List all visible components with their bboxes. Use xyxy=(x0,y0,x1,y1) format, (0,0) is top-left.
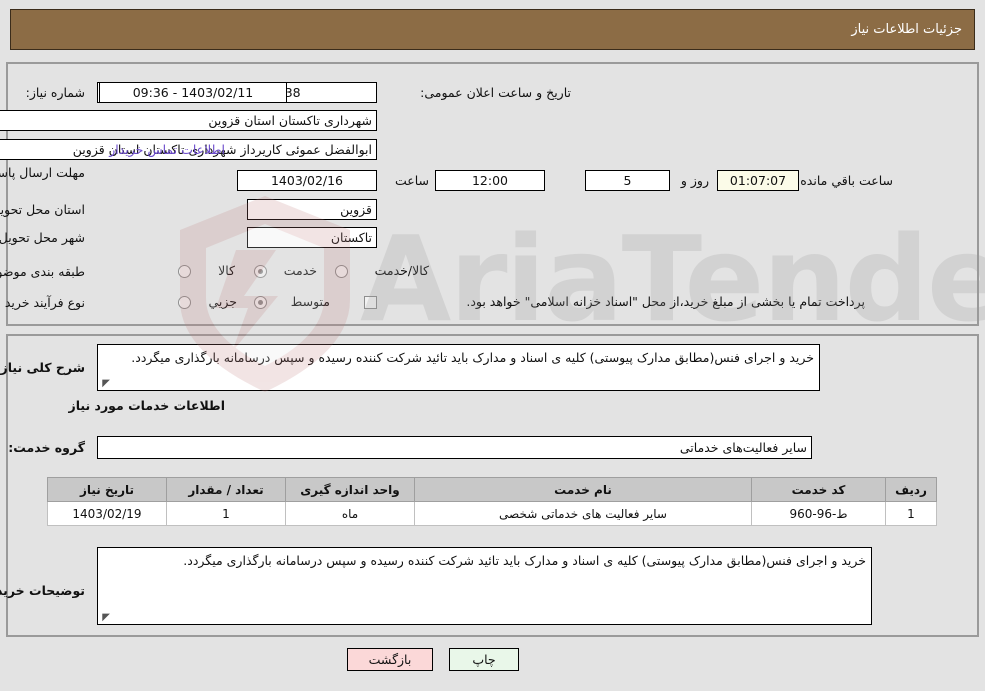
days-word-label: روز و xyxy=(680,173,709,188)
overall-desc-value: خرید و اجرای فنس(مطابق مدارک پیوستی) کلی… xyxy=(131,350,814,365)
services-info-heading: اطلاعات خدمات مورد نیاز xyxy=(68,398,226,413)
buyer-notes-textarea[interactable]: خرید و اجرای فنس(مطابق مدارک پیوستی) کلی… xyxy=(97,547,872,625)
cell-radif: 1 xyxy=(885,501,937,526)
remaining-days-value: 5 xyxy=(585,170,670,191)
checkbox-treasury-documents-label: پرداخت تمام یا بخشی از مبلغ خرید،از محل … xyxy=(466,294,865,309)
back-button[interactable]: بازگشت xyxy=(347,648,433,671)
radio-process-jozei-label: جزیي xyxy=(208,294,237,309)
cell-need-date: 1403/02/19 xyxy=(47,501,167,526)
services-table: ردیف کد خدمت نام خدمت واحد اندازه گیری ت… xyxy=(47,477,937,526)
print-button[interactable]: چاپ xyxy=(449,648,519,671)
cell-service-code: ط-96-960 xyxy=(751,501,886,526)
remaining-hours-label: ساعت باقي مانده xyxy=(800,173,893,188)
buyer-notes-value: خرید و اجرای فنس(مطابق مدارک پیوستی) کلی… xyxy=(183,553,866,568)
deadline-label: مهلت ارسال پاسخ: تا تاریخ: xyxy=(0,165,85,180)
cell-service-name: سایر فعالیت های خدماتی شخصی xyxy=(414,501,752,526)
col-header-service-code: کد خدمت xyxy=(751,477,886,502)
delivery-province-label: استان محل تحویل: xyxy=(0,202,85,217)
resize-grip-icon[interactable]: ◤ xyxy=(100,613,110,623)
col-header-need-date: تاریخ نیاز xyxy=(47,477,167,502)
announce-datetime-label: تاریخ و ساعت اعلان عمومی: xyxy=(420,85,571,100)
buyer-notes-label: توضیحات خریدار: xyxy=(0,583,85,598)
page-title: جزئیات اطلاعات نیاز xyxy=(851,22,962,37)
service-group-label: گروه خدمت: xyxy=(8,440,85,455)
hour-word-label: ساعت xyxy=(394,173,429,188)
window-title-bar: جزئیات اطلاعات نیاز xyxy=(10,9,975,50)
radio-category-kala[interactable] xyxy=(178,265,191,278)
radio-process-motevaset-label: متوسط xyxy=(290,294,330,309)
category-label: طبقه بندی موضوعی: xyxy=(0,264,85,279)
announce-datetime-value: 1403/02/11 - 09:36 xyxy=(99,82,287,103)
buyer-contact-link[interactable]: اطلاعات تماس خریدار xyxy=(109,142,225,157)
service-group-value: سایر فعالیت‌های خدماتی xyxy=(97,436,812,459)
table-header-row: ردیف کد خدمت نام خدمت واحد اندازه گیری ت… xyxy=(47,477,937,502)
deadline-time-value: 12:00 xyxy=(435,170,545,191)
col-header-unit: واحد اندازه گیری xyxy=(285,477,415,502)
radio-category-khedmat-label: خدمت xyxy=(283,263,317,278)
radio-category-kala-khedmat[interactable] xyxy=(335,265,348,278)
radio-process-jozei[interactable] xyxy=(178,296,191,309)
overall-desc-textarea[interactable]: خرید و اجرای فنس(مطابق مدارک پیوستی) کلی… xyxy=(97,344,820,391)
buyer-org-value: شهرداری تاکستان استان قزوین xyxy=(0,110,377,131)
checkbox-treasury-documents[interactable] xyxy=(364,296,377,309)
need-number-label: شماره نیاز: xyxy=(25,85,85,100)
radio-category-kala-label: کالا xyxy=(218,263,235,278)
col-header-quantity: تعداد / مقدار xyxy=(166,477,286,502)
col-header-service-name: نام خدمت xyxy=(414,477,752,502)
remaining-time-countdown: 01:07:07 xyxy=(717,170,799,191)
delivery-province-value: قزوین xyxy=(247,199,377,220)
deadline-date-value: 1403/02/16 xyxy=(237,170,377,191)
overall-desc-label: شرح کلی نیاز: xyxy=(0,360,85,375)
cell-unit: ماه xyxy=(285,501,415,526)
cell-quantity: 1 xyxy=(166,501,286,526)
radio-category-kala-khedmat-label: کالا/خدمت xyxy=(374,263,429,278)
services-table-wrapper: ردیف کد خدمت نام خدمت واحد اندازه گیری ت… xyxy=(47,477,937,526)
delivery-city-value: تاکستان xyxy=(247,227,377,248)
resize-grip-icon[interactable]: ◤ xyxy=(100,379,110,389)
table-row: 1 ط-96-960 سایر فعالیت های خدماتی شخصی م… xyxy=(47,501,937,526)
radio-process-motevaset[interactable] xyxy=(254,296,267,309)
purchase-process-label: نوع فرآیند خرید : xyxy=(0,295,85,310)
delivery-city-label: شهر محل تحویل: xyxy=(0,230,85,245)
radio-category-khedmat[interactable] xyxy=(254,265,267,278)
col-header-radif: ردیف xyxy=(885,477,937,502)
